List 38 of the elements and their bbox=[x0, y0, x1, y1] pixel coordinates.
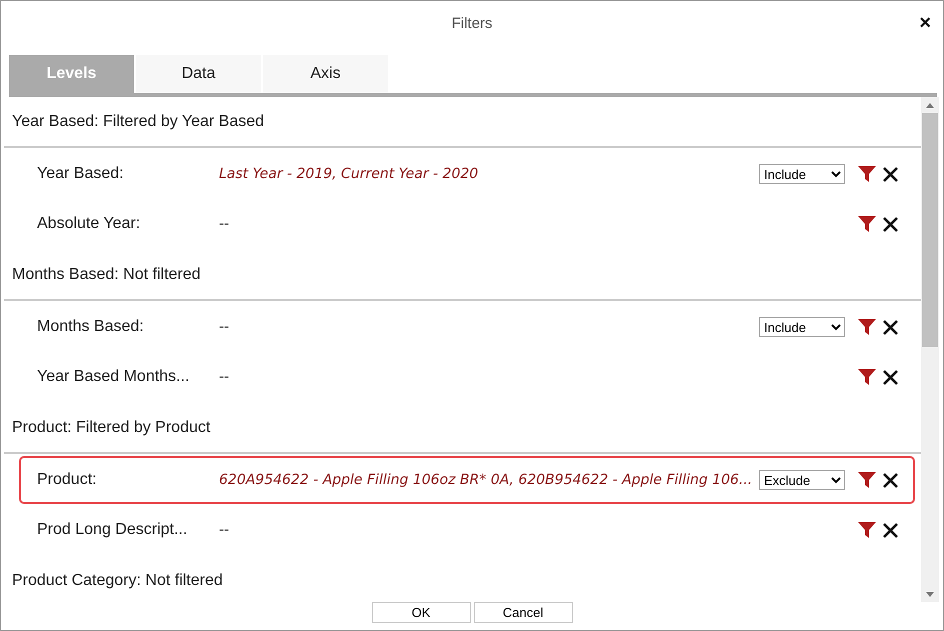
close-button[interactable]: × bbox=[915, 13, 935, 33]
group-heading: Product: Filtered by Product bbox=[4, 403, 921, 454]
scrollbar-thumb[interactable] bbox=[922, 113, 938, 347]
group-heading: Months Based: Not filtered bbox=[4, 250, 921, 301]
mode-select[interactable]: Include bbox=[759, 164, 845, 184]
filter-value: Last Year - 2019, Current Year - 2020 bbox=[219, 166, 480, 182]
funnel-icon[interactable] bbox=[858, 216, 876, 232]
funnel-icon[interactable] bbox=[858, 472, 876, 488]
filter-label: Absolute Year: bbox=[36, 215, 142, 233]
filter-label: Year Based Months... bbox=[36, 368, 190, 386]
close-icon[interactable] bbox=[882, 166, 899, 182]
close-icon[interactable] bbox=[882, 368, 899, 386]
close-icon[interactable] bbox=[882, 522, 899, 538]
filter-label: Prod Long Descript... bbox=[36, 521, 188, 539]
filter-value: -- bbox=[219, 319, 230, 335]
window-title: Filters bbox=[452, 14, 492, 32]
filter-value: -- bbox=[219, 522, 230, 538]
funnel-icon[interactable] bbox=[858, 522, 876, 538]
mode-select[interactable]: Exclude bbox=[759, 470, 845, 490]
filter-label: Year Based: bbox=[36, 165, 125, 183]
dialog-button[interactable]: Cancel bbox=[474, 602, 572, 623]
filter-value: -- bbox=[219, 369, 230, 385]
filter-label: Product: bbox=[36, 471, 98, 489]
close-icon[interactable] bbox=[882, 472, 899, 488]
dialog-button[interactable]: OK bbox=[372, 602, 470, 623]
filter-label: Months Based: bbox=[36, 318, 145, 336]
funnel-icon[interactable] bbox=[858, 319, 876, 335]
filter-value: 620A954622 - Apple Filling 106oz BR* 0A, 620B954622 - Apple Filling 106... bbox=[219, 472, 754, 488]
filter-value: -- bbox=[219, 216, 230, 232]
funnel-icon[interactable] bbox=[858, 369, 876, 385]
close-icon[interactable] bbox=[882, 216, 899, 232]
close-icon[interactable] bbox=[882, 318, 899, 336]
funnel-icon[interactable] bbox=[858, 166, 876, 182]
mode-select[interactable]: Include bbox=[759, 317, 845, 337]
tab[interactable]: Axis bbox=[263, 55, 388, 93]
group-heading: Year Based: Filtered by Year Based bbox=[4, 97, 921, 148]
scrollbar[interactable] bbox=[921, 97, 939, 602]
tab[interactable]: Data bbox=[136, 55, 261, 93]
